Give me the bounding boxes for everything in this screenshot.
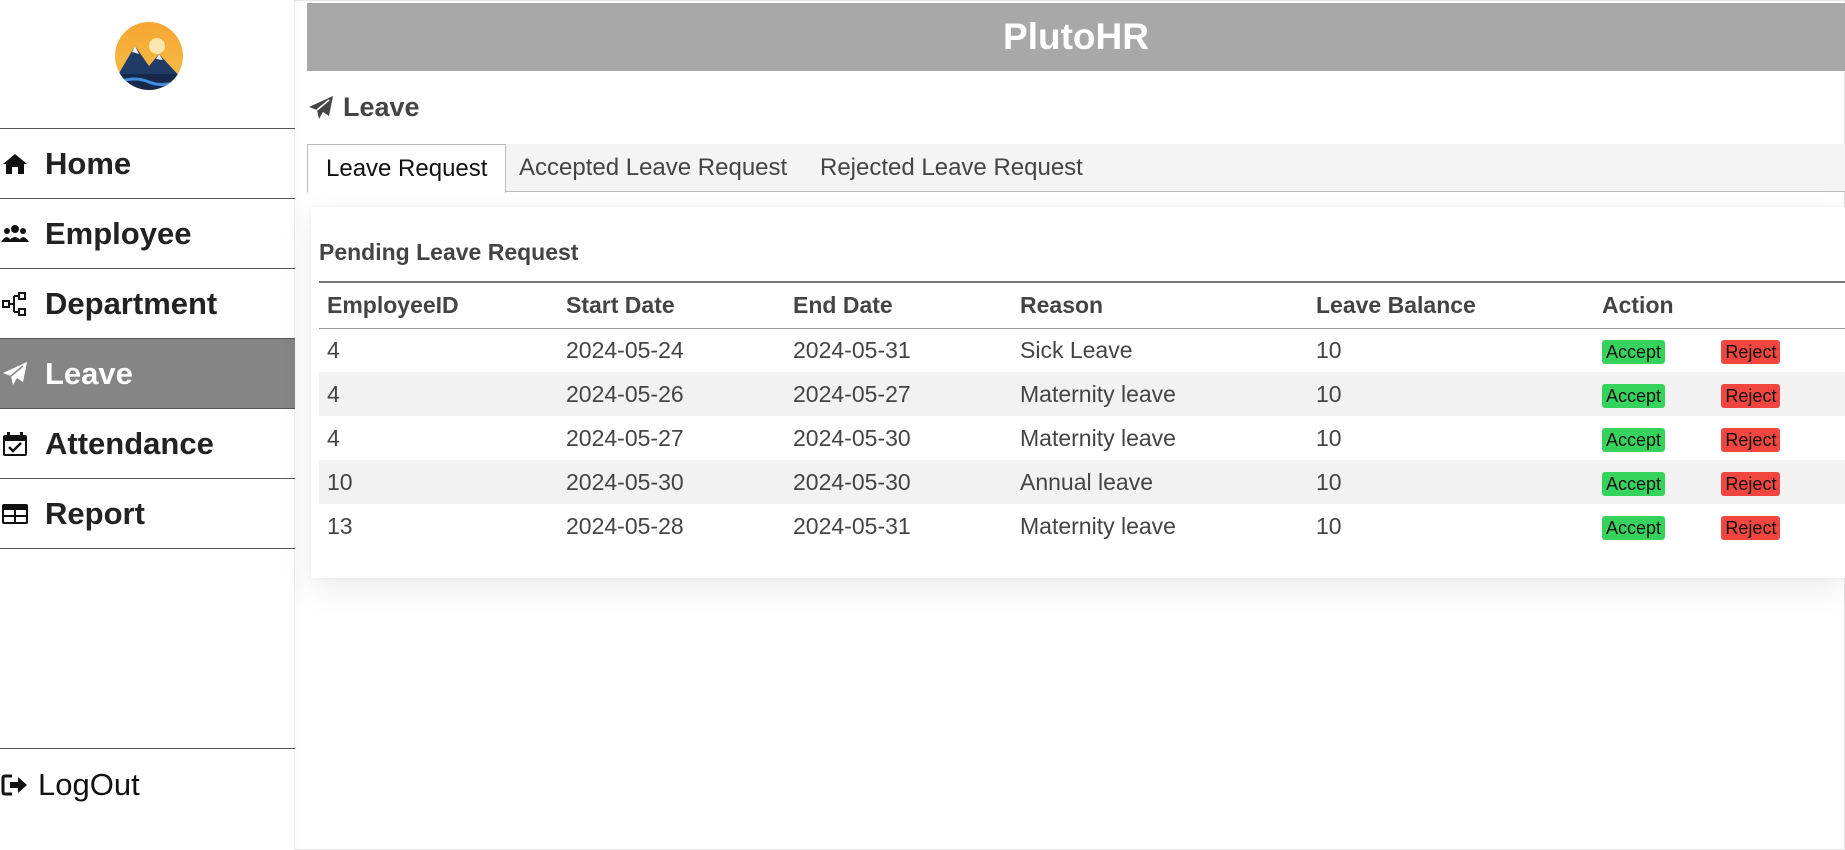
pending-leave-panel: Pending Leave Request EmployeeID Start D…: [311, 207, 1845, 578]
reject-button[interactable]: Reject: [1721, 339, 1781, 364]
sidebar-nav: Home Employee Department Leave Attendanc…: [0, 128, 295, 549]
cell-start-date: 2024-05-26: [558, 372, 785, 416]
sidebar-item-attendance[interactable]: Attendance: [0, 409, 295, 479]
column-header-employee-id: EmployeeID: [319, 282, 558, 329]
tab-leave-request[interactable]: Leave Request: [307, 144, 507, 193]
tab-accepted-leave-request[interactable]: Accepted Leave Request: [501, 144, 805, 192]
logo: [115, 22, 183, 90]
table-row: 4 2024-05-26 2024-05-27 Maternity leave …: [319, 372, 1845, 416]
accept-button[interactable]: Accept: [1602, 339, 1666, 364]
cell-employee-id: 13: [327, 512, 353, 539]
accept-button[interactable]: Accept: [1602, 515, 1666, 540]
cell-reason: Maternity leave: [1020, 424, 1176, 451]
table-header-row: EmployeeID Start Date End Date Reason Le…: [319, 282, 1845, 329]
mountain-logo-icon: [115, 22, 183, 90]
sign-out-icon: [0, 770, 30, 800]
sitemap-icon: [0, 289, 30, 319]
cell-reason: Sick Leave: [1020, 336, 1133, 363]
accept-button[interactable]: Accept: [1602, 471, 1666, 496]
cell-end-date: 2024-05-31: [793, 336, 911, 363]
paper-plane-icon: [309, 95, 333, 119]
column-header-start-date: Start Date: [558, 282, 785, 329]
reject-button[interactable]: Reject: [1721, 471, 1781, 496]
cell-leave-balance: 10: [1308, 460, 1594, 504]
cell-reason: Annual leave: [1012, 460, 1308, 504]
sidebar-item-report[interactable]: Report: [0, 479, 295, 549]
sidebar: Home Employee Department Leave Attendanc…: [0, 0, 295, 850]
tab-rejected-leave-request[interactable]: Rejected Leave Request: [802, 144, 1101, 192]
sidebar-item-label: Department: [45, 285, 218, 321]
cell-employee-id: 4: [327, 424, 340, 451]
cell-employee-id: 4: [319, 372, 558, 416]
accept-button[interactable]: Accept: [1602, 383, 1666, 408]
sidebar-item-label: Home: [45, 145, 132, 181]
cell-employee-id: 4: [327, 336, 340, 363]
panel-title: Pending Leave Request: [319, 239, 579, 265]
sidebar-item-label: Leave: [45, 355, 133, 391]
cell-end-date: 2024-05-30: [793, 424, 911, 451]
reject-button[interactable]: Reject: [1721, 383, 1781, 408]
cell-action: Accept Reject: [1594, 328, 1845, 372]
sidebar-item-employee[interactable]: Employee: [0, 199, 295, 269]
sidebar-item-home[interactable]: Home: [0, 129, 295, 199]
column-header-leave-balance: Leave Balance: [1308, 282, 1594, 329]
logout-label: LogOut: [38, 766, 140, 802]
users-icon: [0, 219, 30, 249]
cell-end-date: 2024-05-27: [785, 372, 1012, 416]
cell-end-date: 2024-05-30: [785, 460, 1012, 504]
cell-leave-balance: 10: [1316, 424, 1342, 451]
cell-action: Accept Reject: [1594, 372, 1845, 416]
table-row: 13 2024-05-28 2024-05-31 Maternity leave…: [319, 504, 1845, 548]
cell-action: Accept Reject: [1594, 460, 1845, 504]
home-icon: [0, 149, 30, 179]
sidebar-item-leave[interactable]: Leave: [0, 339, 295, 409]
sidebar-item-label: Report: [45, 495, 145, 531]
table-icon: [0, 499, 30, 529]
cell-start-date: 2024-05-28: [566, 512, 684, 539]
column-header-end-date: End Date: [785, 282, 1012, 329]
sidebar-item-department[interactable]: Department: [0, 269, 295, 339]
app-title: PlutoHR: [1003, 16, 1149, 57]
sidebar-item-label: Attendance: [45, 425, 214, 461]
table-row: 4 2024-05-27 2024-05-30 Maternity leave …: [319, 416, 1845, 460]
table-row: 4 2024-05-24 2024-05-31 Sick Leave 10 Ac…: [319, 328, 1845, 372]
pending-leave-table: EmployeeID Start Date End Date Reason Le…: [319, 281, 1845, 548]
app-header: PlutoHR: [307, 3, 1845, 71]
cell-leave-balance: 10: [1316, 512, 1342, 539]
cell-leave-balance: 10: [1316, 336, 1342, 363]
reject-button[interactable]: Reject: [1721, 427, 1781, 452]
cell-leave-balance: 10: [1308, 372, 1594, 416]
paper-plane-icon: [0, 359, 30, 389]
cell-reason: Maternity leave: [1020, 512, 1176, 539]
column-header-reason: Reason: [1012, 282, 1308, 329]
page-title-text: Leave: [343, 92, 420, 122]
logout-button[interactable]: LogOut: [0, 748, 295, 820]
column-header-action: Action: [1594, 282, 1845, 329]
cell-action: Accept Reject: [1594, 416, 1845, 460]
reject-button[interactable]: Reject: [1721, 515, 1781, 540]
calendar-check-icon: [0, 429, 30, 459]
tab-bar: Leave Request Accepted Leave Request Rej…: [307, 144, 1845, 193]
cell-employee-id: 10: [319, 460, 558, 504]
cell-start-date: 2024-05-24: [566, 336, 684, 363]
cell-start-date: 2024-05-27: [566, 424, 684, 451]
table-row: 10 2024-05-30 2024-05-30 Annual leave 10…: [319, 460, 1845, 504]
sidebar-item-label: Employee: [45, 215, 192, 251]
page-title: Leave: [307, 92, 420, 123]
accept-button[interactable]: Accept: [1602, 427, 1666, 452]
cell-action: Accept Reject: [1594, 504, 1845, 548]
cell-start-date: 2024-05-30: [558, 460, 785, 504]
cell-reason: Maternity leave: [1012, 372, 1308, 416]
cell-end-date: 2024-05-31: [793, 512, 911, 539]
